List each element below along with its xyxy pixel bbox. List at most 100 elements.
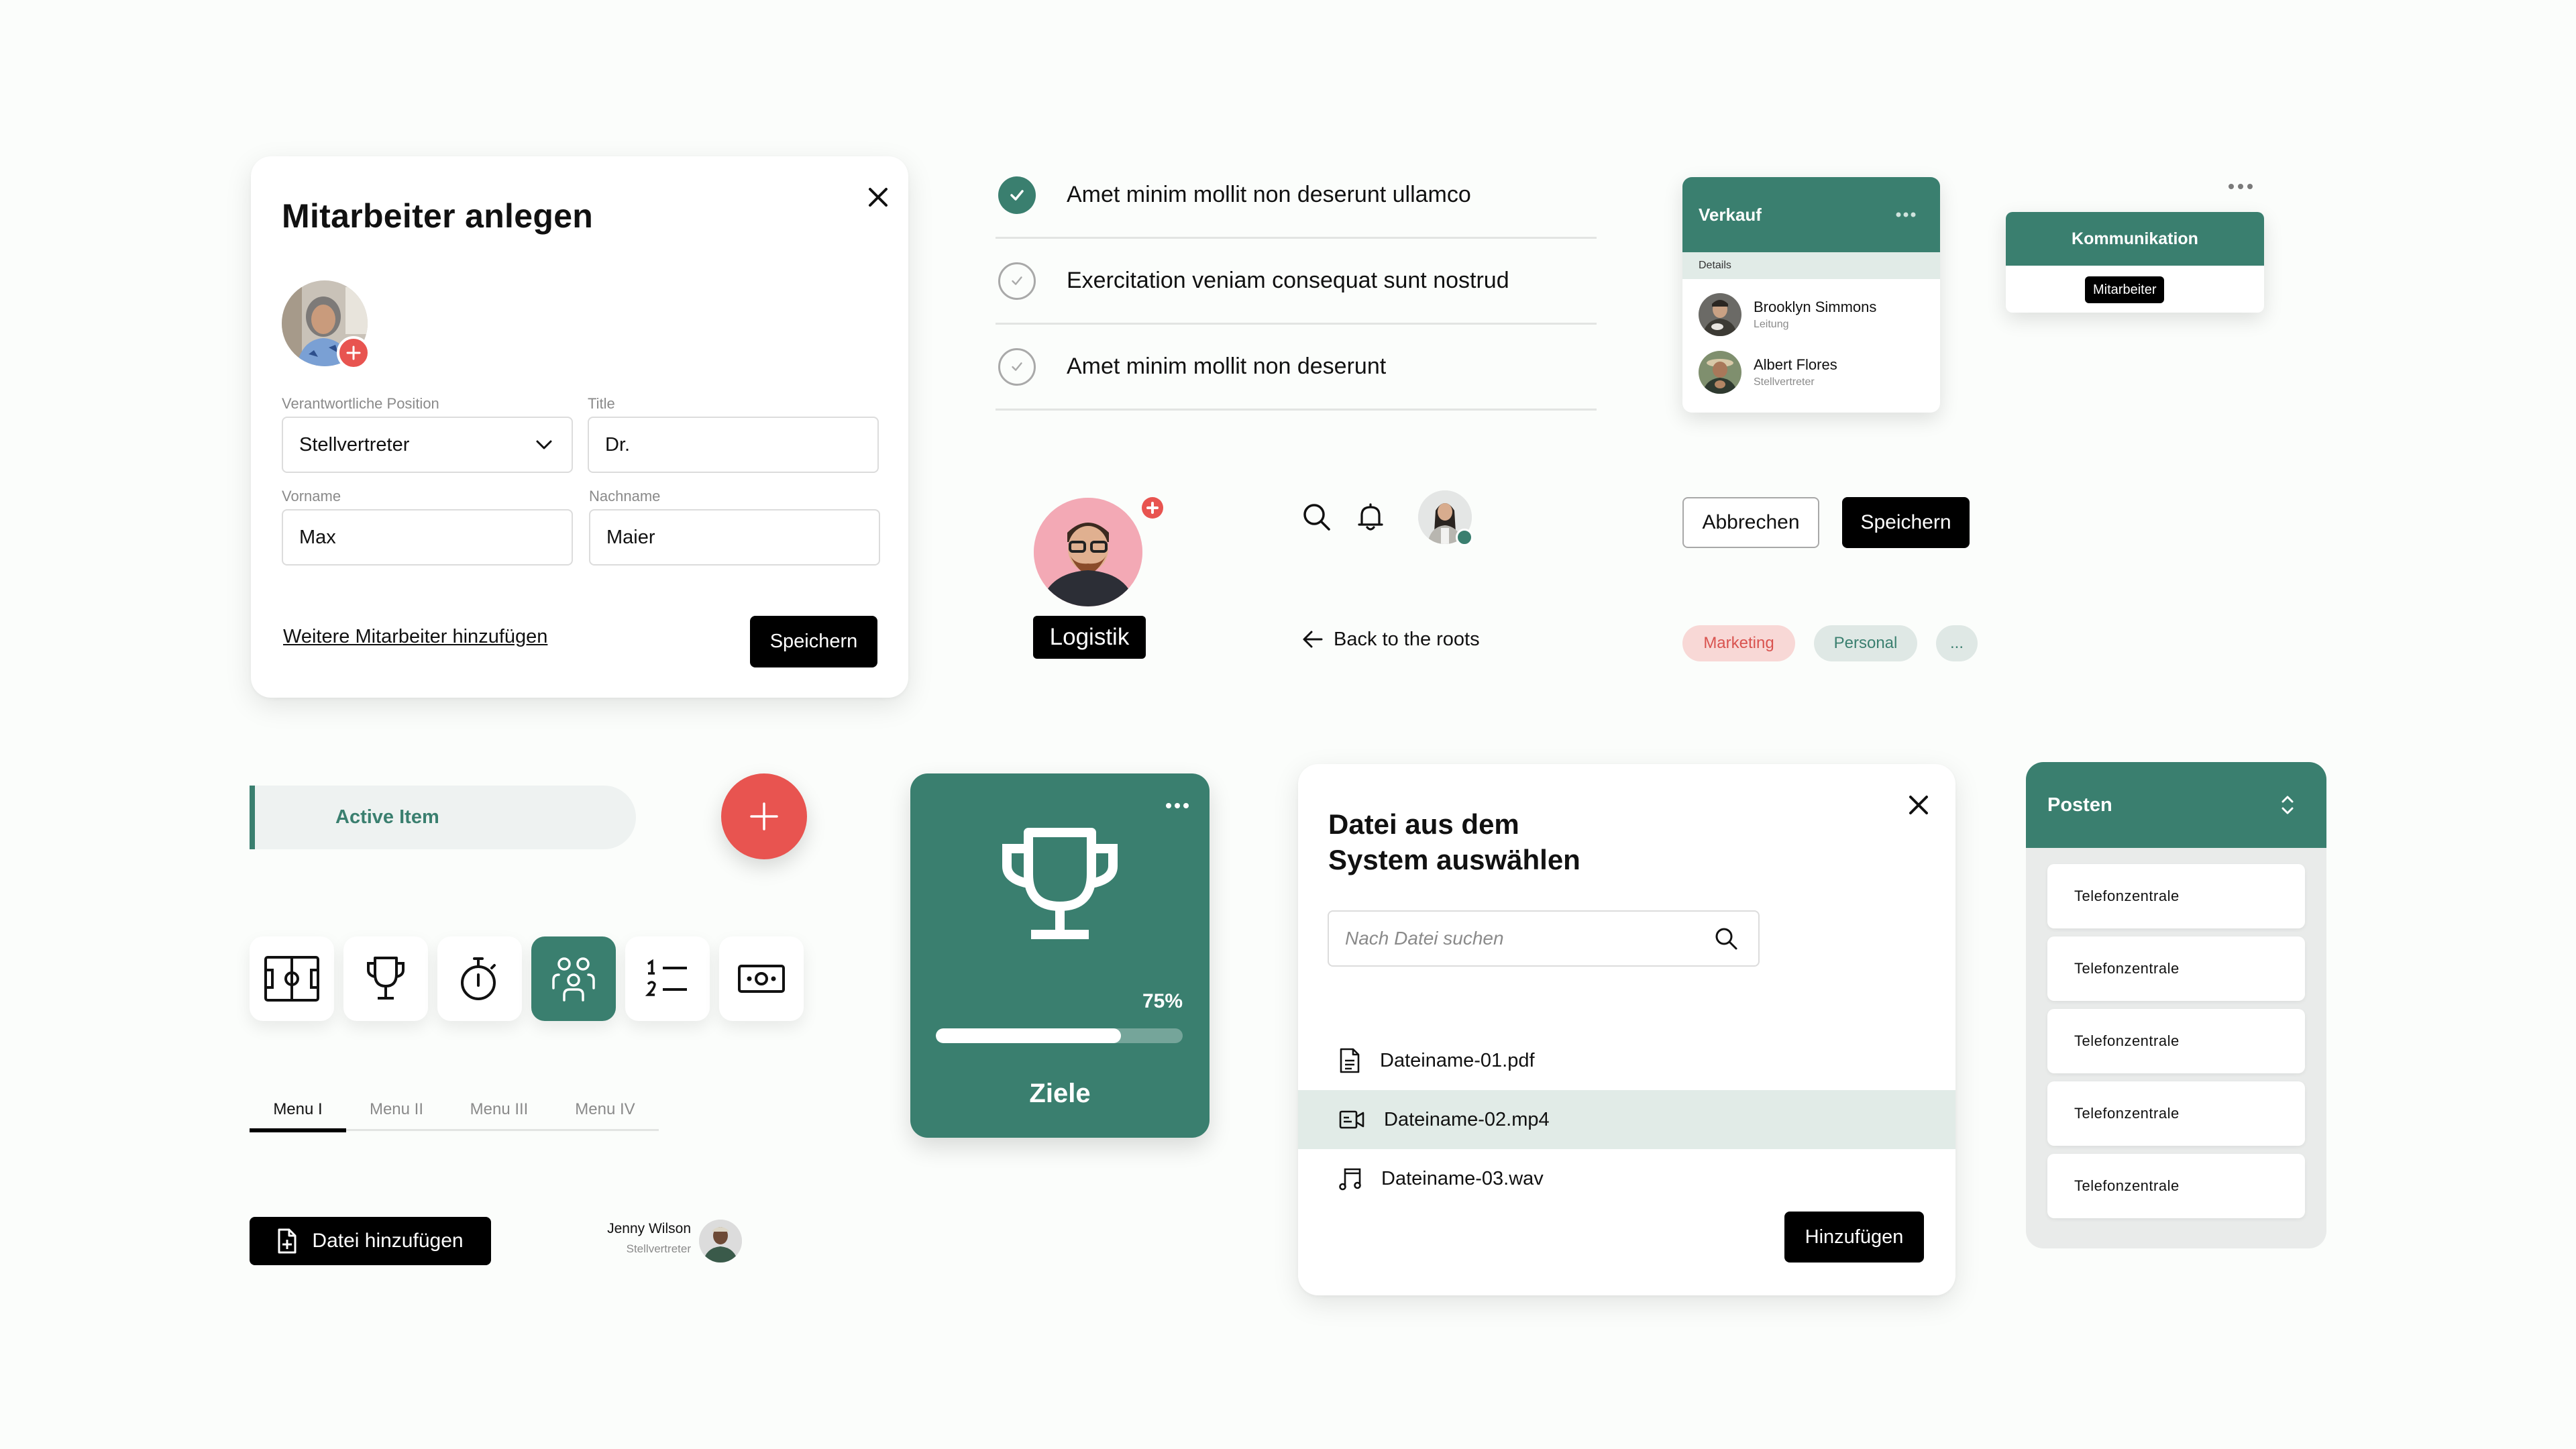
communication-card-title: Kommunikation [2006, 212, 2264, 266]
checklist-item-text: Amet minim mollit non deserunt ullamco [1067, 182, 1471, 207]
add-more-employees-link[interactable]: Weitere Mitarbeiter hinzufügen [283, 626, 547, 648]
person-name: Brooklyn Simmons [1754, 299, 1877, 315]
employee-form-card: Mitarbeiter anlegen Verantwortliche Posi… [251, 156, 908, 698]
search-icon[interactable] [1713, 925, 1739, 952]
more-horizontal-icon[interactable] [1165, 802, 1189, 810]
posts-list-item[interactable]: Telefonzentrale [2047, 1081, 2305, 1146]
first-name-label: Vorname [282, 488, 341, 504]
logistics-label: Logistik [1033, 616, 1146, 659]
department-card-verkauf: Verkauf Details Brooklyn Simmons Leitung… [1682, 177, 1940, 413]
person-role: Stellvertreter [1754, 376, 1815, 388]
details-section-label: Details [1682, 252, 1940, 279]
posts-list-item[interactable]: Telefonzentrale [2047, 1009, 2305, 1073]
soccer-field-icon [264, 956, 319, 1002]
file-name: Dateiname-02.mp4 [1384, 1108, 1550, 1130]
more-horizontal-icon[interactable] [2227, 181, 2254, 192]
goals-card[interactable]: 75% Ziele [910, 773, 1210, 1138]
last-name-label: Nachname [589, 488, 661, 504]
file-list-item[interactable]: Dateiname-03.wav [1298, 1149, 1955, 1208]
posts-card: Posten Telefonzentrale Telefonzentrale T… [2026, 762, 2326, 1248]
check-circle-icon[interactable] [998, 176, 1036, 214]
file-dialog-title-line1: Datei aus dem [1328, 808, 1519, 840]
file-search-input[interactable] [1345, 928, 1694, 949]
document-icon [1340, 1048, 1360, 1073]
plus-icon [346, 345, 361, 360]
icon-tile-stopwatch[interactable] [437, 936, 522, 1021]
last-name-value: Maier [606, 526, 655, 548]
person-list-item[interactable]: Brooklyn Simmons Leitung [1682, 286, 1940, 343]
add-photo-button[interactable] [337, 336, 370, 370]
tag-personal[interactable]: Personal [1814, 625, 1917, 661]
more-horizontal-icon[interactable] [1896, 211, 1916, 218]
first-name-input[interactable]: Max [282, 509, 573, 566]
bell-icon[interactable] [1354, 500, 1387, 534]
money-bill-icon [738, 965, 785, 993]
save-button[interactable]: Speichern [750, 616, 877, 667]
add-file-label: Datei hinzufügen [312, 1230, 464, 1252]
last-name-input[interactable]: Maier [589, 509, 880, 566]
icon-tile-soccer-field[interactable] [250, 936, 334, 1021]
check-circle-outline-icon[interactable] [998, 262, 1036, 300]
file-list-item[interactable]: Dateiname-01.pdf [1298, 1031, 1955, 1090]
save-button[interactable]: Speichern [1842, 497, 1970, 548]
tab-menu-4[interactable]: Menu IV [551, 1100, 659, 1129]
plus-icon [750, 802, 778, 830]
music-icon [1339, 1168, 1361, 1191]
chevron-up-down-icon[interactable] [2279, 793, 2296, 817]
employee-form-title: Mitarbeiter anlegen [282, 197, 594, 235]
icon-tile-trophy[interactable] [343, 936, 428, 1021]
person-list-item[interactable]: Albert Flores Stellvertreter [1682, 343, 1940, 401]
add-file-button[interactable]: Datei hinzufügen [250, 1217, 491, 1265]
back-link-label: Back to the roots [1334, 628, 1480, 650]
icon-tile-team[interactable] [531, 936, 616, 1021]
tab-menu-3[interactable]: Menu III [447, 1100, 551, 1129]
team-icon [552, 957, 595, 1002]
tag-marketing[interactable]: Marketing [1682, 625, 1795, 661]
close-icon[interactable] [861, 180, 895, 214]
posts-list-item[interactable]: Telefonzentrale [2047, 864, 2305, 928]
title-value: Dr. [605, 433, 631, 455]
communication-card[interactable]: Kommunikation Mitarbeiter [2006, 212, 2264, 313]
tab-menu-1[interactable]: Menu I [250, 1100, 346, 1132]
title-input[interactable]: Dr. [588, 417, 879, 473]
checklist-item[interactable]: Exercitation veniam consequat sunt nostr… [996, 239, 1597, 325]
first-name-value: Max [299, 526, 336, 548]
logistics-avatar[interactable] [1034, 498, 1142, 606]
add-badge-button[interactable] [1142, 497, 1163, 519]
close-icon[interactable] [1902, 788, 1935, 822]
user-chip-avatar[interactable] [699, 1220, 742, 1263]
nav-item-label: Active Item [335, 806, 439, 828]
position-select[interactable]: Stellvertreter [282, 417, 573, 473]
online-status-indicator [1456, 529, 1473, 546]
posts-card-header[interactable]: Posten [2026, 762, 2326, 848]
posts-list-item[interactable]: Telefonzentrale [2047, 936, 2305, 1001]
tab-menu-2[interactable]: Menu II [346, 1100, 447, 1129]
icon-tile-money-bill[interactable] [719, 936, 804, 1021]
checklist-item-text: Exercitation veniam consequat sunt nostr… [1067, 268, 1509, 293]
checklist-item[interactable]: Amet minim mollit non deserunt ullamco [996, 153, 1597, 239]
position-value: Stellvertreter [299, 433, 410, 455]
video-icon [1339, 1110, 1364, 1129]
plus-icon [1146, 502, 1159, 514]
department-card-header: Verkauf [1682, 177, 1940, 252]
add-fab-button[interactable] [721, 773, 807, 859]
checklist-item-text: Amet minim mollit non deserunt [1067, 354, 1387, 379]
file-picker-dialog: Datei aus dem System auswählen Dateiname… [1298, 764, 1955, 1295]
checklist-item[interactable]: Amet minim mollit non deserunt [996, 325, 1597, 411]
position-label: Verantwortliche Position [282, 395, 439, 412]
tag-more[interactable]: ... [1936, 625, 1978, 661]
search-icon[interactable] [1300, 500, 1334, 534]
goals-progress-text: 75% [1142, 990, 1183, 1012]
posts-list-item[interactable]: Telefonzentrale [2047, 1154, 2305, 1218]
cancel-button[interactable]: Abbrechen [1682, 497, 1819, 548]
back-link[interactable]: Back to the roots [1301, 624, 1480, 655]
user-chip-role: Stellvertreter [626, 1242, 691, 1255]
file-list-item-selected[interactable]: Dateiname-02.mp4 [1298, 1090, 1955, 1149]
nav-item-active[interactable]: Active Item [250, 786, 636, 849]
trophy-icon [1002, 828, 1118, 939]
check-circle-outline-icon[interactable] [998, 347, 1036, 386]
add-button[interactable]: Hinzufügen [1784, 1212, 1924, 1263]
file-dialog-title: Datei aus dem System auswählen [1328, 807, 1664, 877]
person-name: Albert Flores [1754, 356, 1837, 373]
icon-tile-numbered-list[interactable] [625, 936, 710, 1021]
